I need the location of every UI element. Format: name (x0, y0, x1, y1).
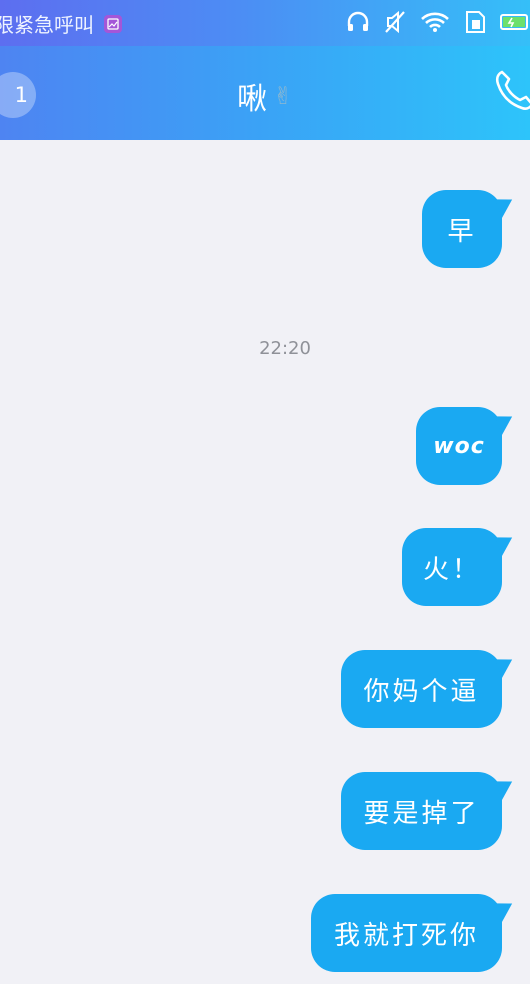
message-timestamp: 22:20 (259, 338, 311, 359)
bubble-tail (495, 531, 517, 557)
status-left: 限紧急呼叫 (0, 9, 122, 38)
mute-icon (384, 10, 406, 38)
message-text: 早 (447, 216, 477, 247)
victory-hand-emoji: ✌ (272, 82, 294, 110)
message-text: woc (433, 433, 485, 459)
message-bubble[interactable]: 要是掉了 (341, 772, 517, 850)
chat-header: 1 啾 ✌ (0, 46, 530, 140)
status-icons (346, 10, 530, 38)
wifi-icon (420, 11, 450, 37)
bubble-tail (495, 775, 517, 801)
message-text: 要是掉了 (363, 798, 480, 829)
message-bubble[interactable]: 你妈个逼 (341, 650, 517, 728)
message-bubble[interactable]: 我就打死你 (311, 894, 517, 972)
message-text: 你妈个逼 (363, 676, 480, 707)
bubble-tail (495, 897, 517, 923)
emergency-call-text: 限紧急呼叫 (0, 13, 94, 37)
phone-icon[interactable] (494, 68, 530, 116)
message-text: 我就打死你 (333, 920, 479, 951)
chat-title: 啾 ✌ (0, 74, 530, 118)
bubble-tail (495, 193, 517, 219)
message-text: 火！ (422, 554, 481, 585)
message-bubble[interactable]: 火！ (402, 528, 517, 606)
message-bubble[interactable]: 早 (422, 190, 517, 268)
contact-name: 啾 (236, 82, 267, 117)
sim-icon (464, 10, 486, 38)
message-bubble[interactable]: woc (416, 407, 517, 485)
battery-icon (500, 12, 530, 36)
bubble-tail (495, 410, 517, 436)
status-bar: 限紧急呼叫 (0, 0, 530, 46)
bubble-tail (495, 653, 517, 679)
image-icon (104, 14, 122, 33)
headphones-icon (346, 11, 370, 37)
